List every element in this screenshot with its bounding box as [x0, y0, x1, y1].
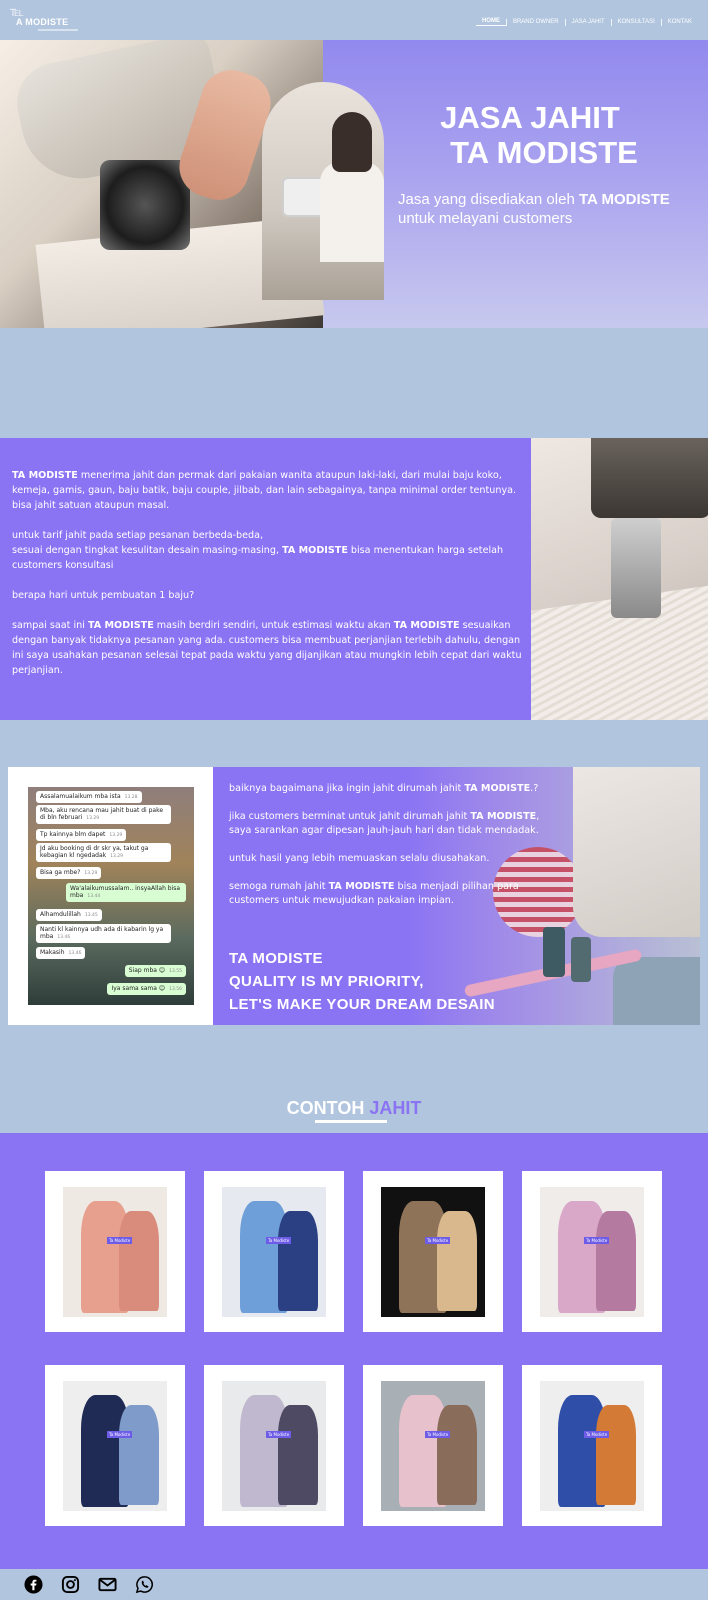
- title-underline: [315, 1120, 387, 1123]
- garment-photo: Ta Modiste: [381, 1381, 485, 1511]
- gallery-card[interactable]: Ta Modiste: [45, 1171, 185, 1332]
- gallery-card[interactable]: Ta Modiste: [522, 1365, 662, 1526]
- top-navbar: ℡ A MODISTE HOME BRAND OWNER JASA JAHIT …: [0, 0, 708, 40]
- whatsapp-icon[interactable]: [135, 1575, 154, 1594]
- hero-subtitle: Jasa yang disediakan oleh TA MODISTE unt…: [398, 191, 670, 227]
- watermark-label: Ta Modiste: [107, 1237, 133, 1244]
- nav-separator: [660, 18, 662, 26]
- mail-icon[interactable]: [98, 1575, 117, 1594]
- garment-photo: Ta Modiste: [540, 1381, 644, 1511]
- nav-home[interactable]: HOME: [475, 18, 506, 26]
- nav-brand-owner[interactable]: BRAND OWNER: [507, 19, 565, 25]
- footer: [0, 1569, 708, 1600]
- garment-photo: Ta Modiste: [222, 1381, 326, 1511]
- logo-underline: [38, 29, 78, 31]
- chat-screenshot: Assalamualaikum mba ista 13.28 Mba, aku re…: [28, 787, 194, 1005]
- hero-banner: JASA JAHIT TA MODISTE Jasa yang disediak…: [0, 40, 708, 328]
- nav-jasa-jahit[interactable]: JASA JAHIT: [566, 19, 611, 25]
- logo[interactable]: ℡ A MODISTE: [10, 5, 80, 35]
- nav-konsultasi[interactable]: KONSULTASI: [612, 19, 661, 25]
- garment-photo: Ta Modiste: [381, 1187, 485, 1317]
- garment-photo: Ta Modiste: [540, 1187, 644, 1317]
- watermark-label: Ta Modiste: [584, 1237, 610, 1244]
- gallery-card[interactable]: Ta Modiste: [363, 1171, 503, 1332]
- instagram-icon[interactable]: [61, 1575, 80, 1594]
- chat-message: Makasih 13.46: [36, 947, 86, 959]
- promo-banner: baiknya bagaimana jika ingin jahit dirum…: [213, 767, 700, 1025]
- slogan: TA MODISTE QUALITY IS MY PRIORITY, LET'S…: [229, 950, 495, 1013]
- nav-separator: [505, 18, 507, 26]
- chat-message: Wa'alaikumussalam.. insyaAllah bisa mba 1…: [66, 883, 186, 902]
- nav-kontak[interactable]: KONTAK: [662, 19, 698, 25]
- promo-text: baiknya bagaimana jika ingin jahit dirum…: [229, 783, 540, 906]
- gallery-card[interactable]: Ta Modiste: [204, 1171, 344, 1332]
- chat-message: Nanti kl kainnya udh ada di kabarin lg y…: [36, 924, 171, 943]
- hero-title: JASA JAHIT TA MODISTE: [440, 100, 638, 170]
- presser-foot-photo: [531, 438, 708, 720]
- chat-message: Assalamualaikum mba ista 13.28: [36, 791, 142, 803]
- about-section: TA MODISTE menerima jahit dan permak dar…: [0, 438, 708, 720]
- chat-message: Mba, aku rencana mau jahit buat di pake …: [36, 805, 171, 824]
- chat-screenshot-card: Assalamualaikum mba ista 13.28 Mba, aku re…: [8, 767, 213, 1025]
- nav-separator: [610, 18, 612, 26]
- watermark-label: Ta Modiste: [584, 1431, 610, 1438]
- watermark-label: Ta Modiste: [425, 1431, 451, 1438]
- garment-photo: Ta Modiste: [63, 1381, 167, 1511]
- gallery-card[interactable]: Ta Modiste: [363, 1365, 503, 1526]
- watermark-label: Ta Modiste: [425, 1237, 451, 1244]
- logo-text: A MODISTE: [16, 17, 69, 27]
- gallery-card[interactable]: Ta Modiste: [45, 1365, 185, 1526]
- nav-separator: [564, 18, 566, 26]
- gallery-card[interactable]: Ta Modiste: [522, 1171, 662, 1332]
- chat-message: Tp kainnya blm dapet 13.29: [36, 829, 127, 841]
- gallery: Ta Modiste Ta Modiste Ta Modiste Ta Modiste…: [0, 1133, 708, 1569]
- facebook-icon[interactable]: [24, 1575, 43, 1594]
- gallery-card[interactable]: Ta Modiste: [204, 1365, 344, 1526]
- about-text: TA MODISTE menerima jahit dan permak dar…: [12, 470, 522, 676]
- chat-message: Siap mba 😊 13.55: [124, 965, 186, 977]
- home-sew-section: Assalamualaikum mba ista 13.28 Mba, aku re…: [8, 767, 700, 1025]
- garment-photo: Ta Modiste: [63, 1187, 167, 1317]
- chat-message: Alhamdulillah 13.45: [36, 909, 102, 921]
- watermark-label: Ta Modiste: [266, 1431, 292, 1438]
- garment-photo: Ta Modiste: [222, 1187, 326, 1317]
- watermark-label: Ta Modiste: [107, 1431, 133, 1438]
- tailor-woman-photo: [262, 82, 384, 300]
- section-title-contoh-jahit: CONTOH JAHIT: [286, 1098, 422, 1118]
- chat-message: Iya sama sama 😊 13.56: [107, 983, 186, 995]
- main-menu: HOME BRAND OWNER JASA JAHIT KONSULTASI K…: [475, 18, 698, 26]
- watermark-label: Ta Modiste: [266, 1237, 292, 1244]
- chat-message: Bisa ga mbe? 13.29: [36, 867, 102, 879]
- chat-message: Jd aku booking di dr skr ya, takut ga ke…: [36, 843, 171, 862]
